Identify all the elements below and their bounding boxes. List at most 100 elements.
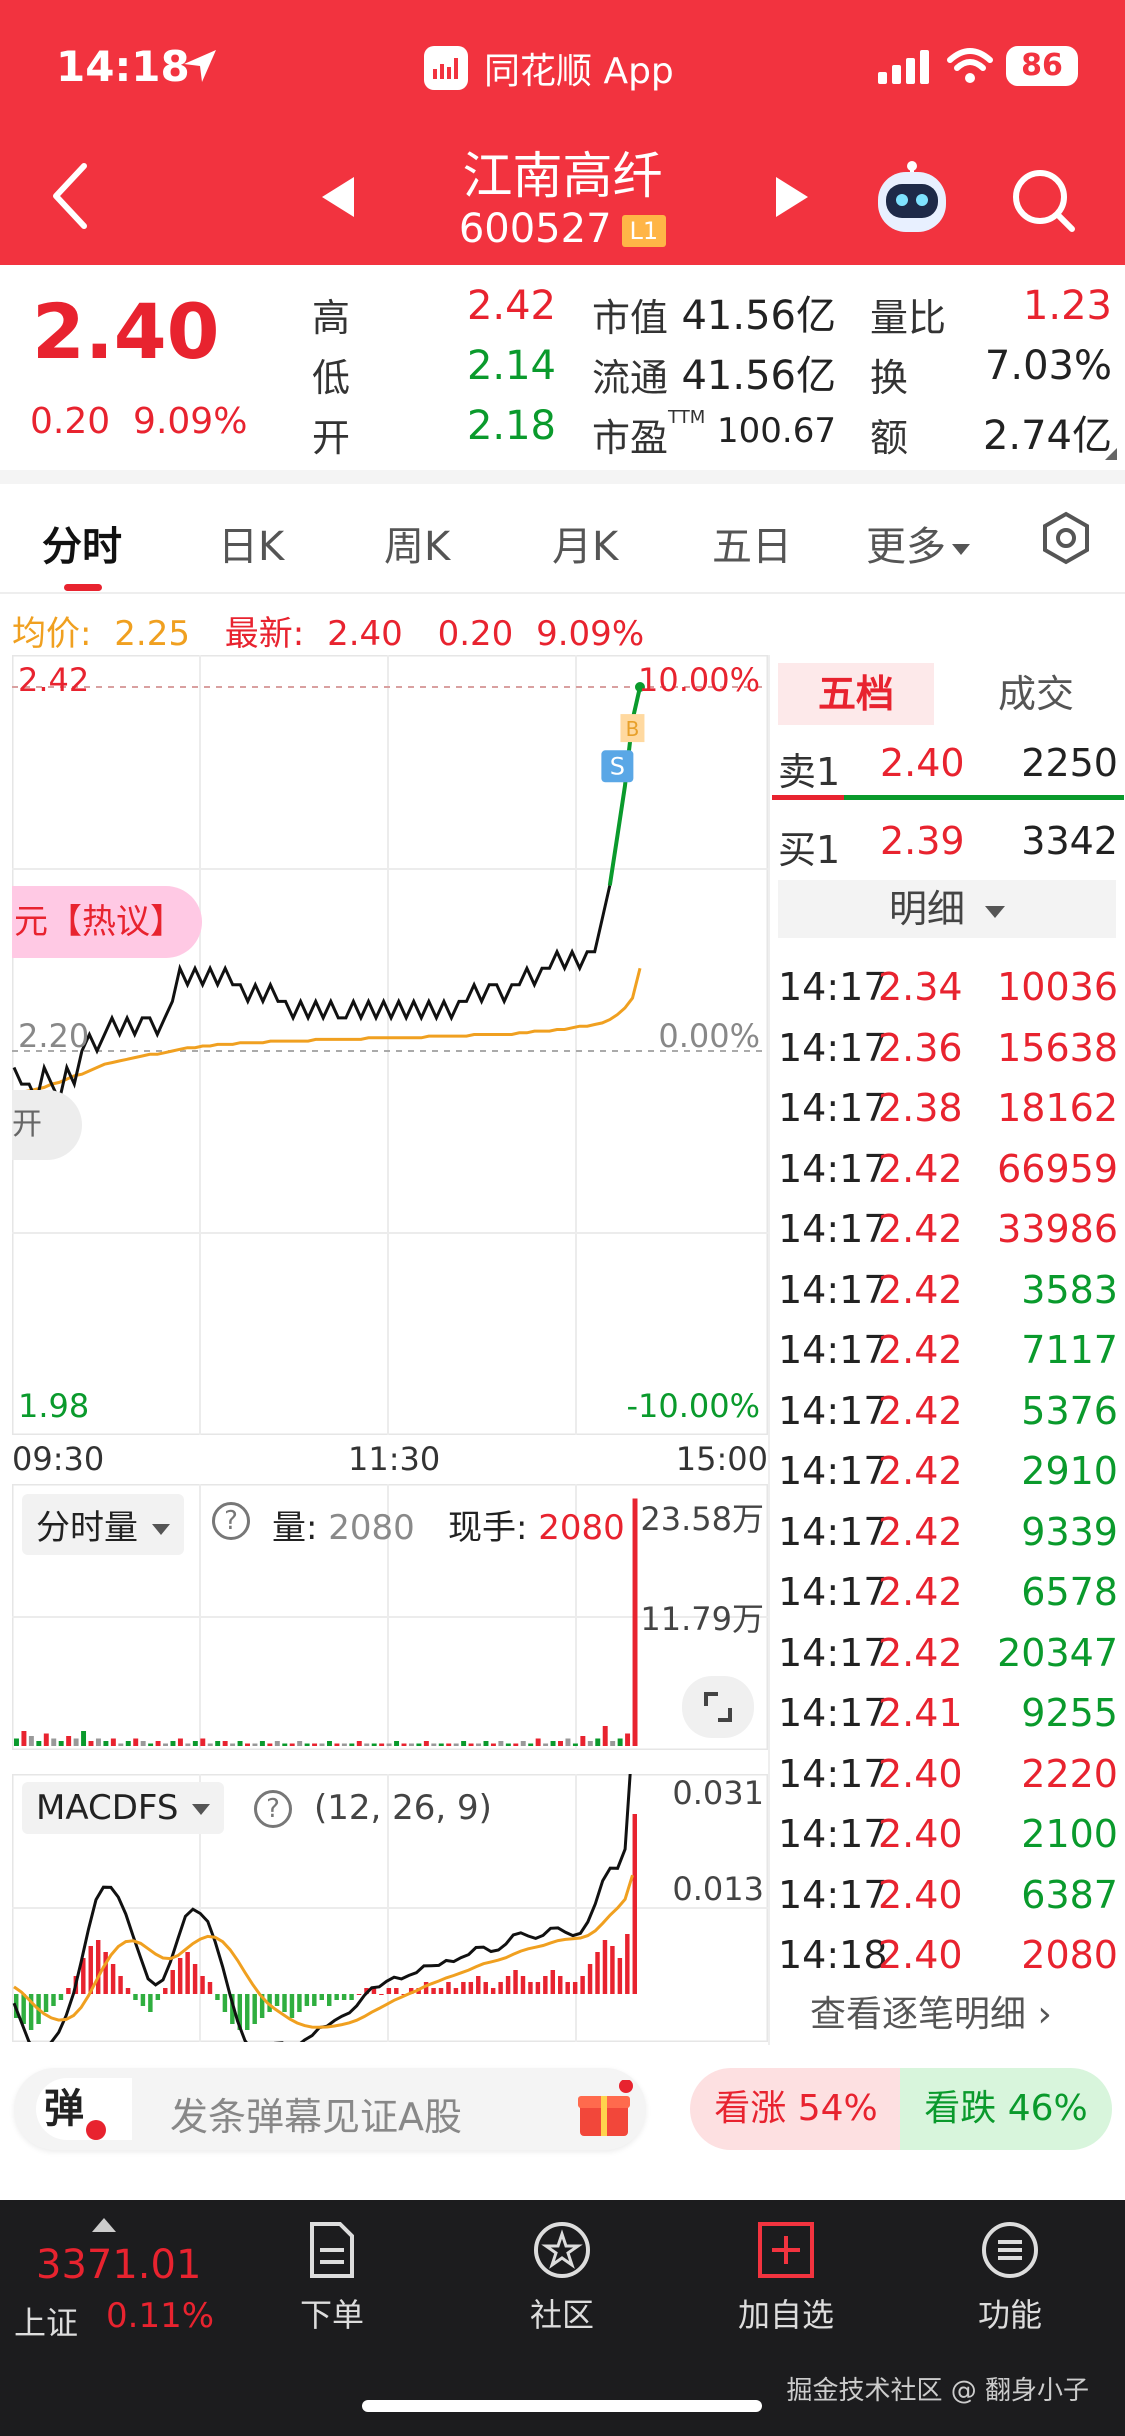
hot-topic-tag[interactable]: 元【热议】: [12, 886, 202, 958]
macd-tick-mid: 0.013: [672, 1870, 764, 1908]
turnover-value: 7.03%: [984, 343, 1112, 389]
macd-hist-bar: [95, 1940, 101, 1994]
macd-hist-bar: [140, 1994, 146, 2006]
tab-monthly-k[interactable]: 月K: [552, 514, 618, 572]
avg-price-row: 均价: 2.25 最新: 2.40 0.20 9.09%: [12, 606, 656, 655]
tab-more[interactable]: 更多: [866, 514, 970, 572]
tab-intraday[interactable]: 分时: [42, 514, 122, 572]
macd-hist-bar: [304, 1994, 310, 2006]
nav-community[interactable]: 社区: [492, 2220, 632, 2336]
ask-row[interactable]: 卖1 2.40 2250: [778, 733, 1118, 794]
fullscreen-button[interactable]: [682, 1676, 754, 1738]
level-badge: L1: [621, 215, 667, 247]
volume-bar: [289, 1743, 295, 1746]
tab-five-levels[interactable]: 五档: [778, 663, 934, 725]
chart-settings-icon[interactable]: [1036, 508, 1096, 568]
next-stock-icon[interactable]: [772, 175, 812, 219]
change-abs: 0.20: [30, 401, 111, 442]
help-icon[interactable]: ?: [254, 1790, 292, 1828]
volume-bar: [215, 1741, 221, 1746]
source-app-badge[interactable]: 同花顺 App: [424, 42, 674, 94]
macd-hist-bar: [379, 1994, 384, 1995]
volume-bar: [416, 1743, 422, 1746]
volume-bar: [222, 1741, 228, 1746]
quote-expand-corner[interactable]: [1105, 448, 1117, 460]
volume-bar: [282, 1743, 288, 1746]
expand-icon: [704, 1692, 732, 1722]
help-icon[interactable]: ?: [212, 1502, 250, 1540]
macd-hist-bar: [453, 1988, 459, 1994]
y-tick-low: 1.98: [18, 1387, 90, 1425]
volume-bar: [267, 1743, 273, 1746]
quote-divider: [0, 470, 1125, 484]
volume-bar: [632, 1498, 638, 1746]
macd-hist-bar: [468, 1982, 474, 1994]
macd-hist-bar: [565, 1982, 570, 1994]
tick-price: 2.36: [878, 1025, 963, 1070]
view-all-ticks-link[interactable]: 查看逐笔明细 ›: [810, 1985, 1052, 2037]
tick-volume: 7117: [1021, 1328, 1118, 1372]
volume-bar: [386, 1743, 392, 1746]
volume-bar: [461, 1741, 467, 1746]
ask-strength-bar: [772, 795, 844, 800]
volume-bar: [110, 1738, 116, 1746]
volume-selector[interactable]: 分时量: [22, 1494, 184, 1555]
search-icon[interactable]: [1008, 165, 1078, 235]
bullish-vote-button[interactable]: 看涨 54%: [690, 2068, 902, 2150]
quote-panel: 2.40 0.20 9.09% 高 2.42 低 2.14 开 2.18 市值 …: [0, 265, 1125, 470]
macd-chart[interactable]: MACDFS ? (12, 26, 9) 0.031 0.013: [11, 1738, 769, 2055]
barrage-placeholder: 发条弹幕见证A股: [170, 2095, 462, 2139]
volume-bar: [401, 1743, 407, 1746]
detail-toggle[interactable]: 明细: [778, 880, 1116, 938]
ai-robot-icon[interactable]: [872, 160, 952, 236]
ask-price: 2.40: [880, 741, 965, 785]
y-tick-high: 2.42: [18, 661, 90, 699]
latest-price: 最新: 2.40: [225, 614, 415, 654]
volume-bar: [550, 1741, 556, 1746]
tick-volume: 15638: [997, 1025, 1118, 1070]
last-price: 2.40: [32, 287, 220, 376]
intraday-chart[interactable]: BS 2.42 2.20 1.98 10.00% 0.00% -10.00%: [11, 654, 769, 1436]
tab-five-day[interactable]: 五日: [712, 514, 792, 572]
gift-icon[interactable]: [574, 2080, 634, 2140]
volume-bar: [490, 1743, 496, 1746]
bid-row[interactable]: 买1 2.39 3342: [778, 811, 1118, 872]
index-value[interactable]: 3371.01: [36, 2242, 201, 2288]
status-time: 14:18: [56, 42, 190, 91]
volume-bar: [185, 1743, 191, 1746]
barrage-input[interactable]: 弹 发条弹幕见证A股: [14, 2068, 646, 2150]
tab-daily-k[interactable]: 日K: [218, 514, 284, 572]
macd-hist-bar: [438, 1988, 444, 1994]
tick-price: 2.42: [878, 1146, 963, 1191]
nav-functions[interactable]: 功能: [940, 2220, 1080, 2336]
macd-selector[interactable]: MACDFS: [22, 1782, 225, 1834]
index-up-arrow-icon: [92, 2218, 116, 2232]
volume-bar: [498, 1741, 504, 1746]
nav-order[interactable]: 下单: [262, 2220, 402, 2336]
volume-bar: [21, 1731, 27, 1746]
tab-weekly-k[interactable]: 周K: [384, 514, 450, 572]
volume-bar: [349, 1743, 355, 1746]
macd-selector-label: MACDFS: [36, 1788, 179, 1828]
macd-hist-bar: [617, 1958, 623, 1994]
tick-volume: 10036: [997, 965, 1118, 1009]
volume-bar: [423, 1741, 429, 1746]
bid-label: 买1: [778, 828, 841, 872]
tick-time: 14:17: [778, 1388, 888, 1433]
pe-label: 市盈TTM: [592, 407, 705, 462]
volume-bar: [207, 1743, 213, 1746]
volume-bar: [297, 1741, 303, 1746]
volume-chart[interactable]: 分时量 ? 量: 2080 现手: 2080 23.58万 11.79万: [11, 1483, 769, 1751]
volume-bar: [312, 1743, 318, 1746]
pe-value: 100.67: [717, 411, 836, 451]
volume-bar: [245, 1743, 250, 1746]
nav-add-watchlist[interactable]: 加自选: [716, 2220, 856, 2336]
macd-hist-bar: [21, 1994, 26, 2024]
tick-time: 14:17: [778, 1025, 888, 1070]
mcap-label: 市值: [592, 296, 669, 340]
tab-deals[interactable]: 成交: [958, 663, 1114, 725]
bearish-vote-button[interactable]: 看跌 46%: [900, 2068, 1112, 2150]
document-icon: [310, 2222, 354, 2278]
volume-bar: [520, 1741, 526, 1746]
ask-qty: 2250: [1021, 741, 1118, 785]
